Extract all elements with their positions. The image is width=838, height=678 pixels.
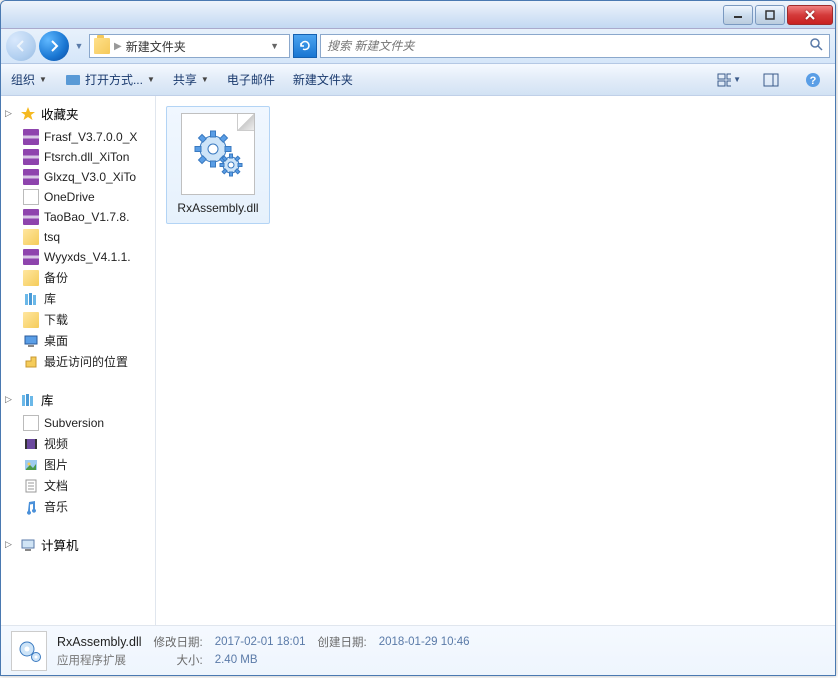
sidebar-item-label: Frasf_V3.7.0.0_X (44, 130, 137, 144)
folder-icon (94, 38, 110, 54)
search-input[interactable] (327, 39, 809, 53)
search-icon[interactable] (809, 37, 823, 56)
sidebar-item[interactable]: 库 (1, 288, 155, 309)
sidebar-item-label: 视频 (44, 435, 68, 452)
forward-button[interactable] (39, 31, 69, 61)
sidebar-item-label: OneDrive (44, 190, 95, 204)
close-button[interactable] (787, 5, 833, 25)
collapse-icon: ▷ (5, 108, 15, 119)
sidebar-item-label: TaoBao_V1.7.8. (44, 210, 129, 224)
collapse-icon: ▷ (5, 539, 15, 550)
libraries-header[interactable]: ▷ 库 (1, 386, 155, 413)
refresh-button[interactable] (293, 34, 317, 58)
sidebar-item-label: 图片 (44, 456, 68, 473)
details-type: 应用程序扩展 (57, 652, 142, 668)
sidebar-item[interactable]: Glxzq_V3.0_XiTo (1, 167, 155, 187)
sidebar-item-label: Wyyxds_V4.1.1. (44, 250, 131, 264)
details-name: RxAssembly.dll (57, 635, 142, 649)
nav-bar: ▼ ▶ 新建文件夹 ▼ (1, 29, 835, 64)
computer-header[interactable]: ▷ 计算机 (1, 531, 155, 558)
share-menu[interactable]: 共享 ▼ (173, 71, 209, 88)
sidebar-item[interactable]: 视频 (1, 433, 155, 454)
sidebar-item[interactable]: 下载 (1, 309, 155, 330)
sidebar-item[interactable]: 文档 (1, 475, 155, 496)
sidebar-item-label: 最近访问的位置 (44, 353, 128, 370)
preview-pane-button[interactable] (759, 69, 783, 91)
sidebar-item-label: tsq (44, 230, 60, 244)
address-bar[interactable]: ▶ 新建文件夹 ▼ (89, 34, 290, 58)
sidebar-item-label: 桌面 (44, 332, 68, 349)
app-icon (65, 73, 81, 87)
sidebar-item-label: 备份 (44, 269, 68, 286)
sidebar-item[interactable]: 图片 (1, 454, 155, 475)
sidebar-item-label: 库 (44, 290, 56, 307)
dll-icon (181, 113, 255, 195)
chevron-down-icon[interactable]: ▼ (264, 41, 285, 51)
mod-date-label: 修改日期: (154, 634, 203, 650)
explorer-window: ▼ ▶ 新建文件夹 ▼ 组织 ▼ 打开方式... ▼ 共享 ▼ 电子邮件 新建文… (0, 0, 836, 676)
view-options-button[interactable]: ▼ (717, 69, 741, 91)
maximize-button[interactable] (755, 5, 785, 25)
sidebar-item[interactable]: 备份 (1, 267, 155, 288)
content-pane[interactable]: RxAssembly.dll (156, 96, 835, 625)
svg-text:?: ? (810, 75, 817, 87)
search-box[interactable] (320, 34, 830, 58)
breadcrumb[interactable]: 新建文件夹 (126, 38, 186, 55)
sidebar-item-label: 下载 (44, 311, 68, 328)
sidebar-item-label: 文档 (44, 477, 68, 494)
sidebar-item[interactable]: Ftsrch.dll_XiTon (1, 147, 155, 167)
sidebar-item[interactable]: Frasf_V3.7.0.0_X (1, 127, 155, 147)
sidebar: ▷ 收藏夹 Frasf_V3.7.0.0_X Ftsrch.dll_XiTon Gl… (1, 96, 156, 625)
sidebar-item[interactable]: 音乐 (1, 496, 155, 517)
details-pane: RxAssembly.dll 修改日期: 2017-02-01 18:01 创建… (1, 625, 835, 675)
size-value: 2.40 MB (215, 654, 306, 666)
sidebar-item[interactable]: 最近访问的位置 (1, 351, 155, 372)
file-name: RxAssembly.dll (177, 201, 258, 215)
new-folder-button[interactable]: 新建文件夹 (293, 71, 353, 88)
sidebar-item[interactable]: Wyyxds_V4.1.1. (1, 247, 155, 267)
file-item[interactable]: RxAssembly.dll (166, 106, 270, 224)
sidebar-item-label: Glxzq_V3.0_XiTo (44, 170, 136, 184)
open-with-menu[interactable]: 打开方式... ▼ (65, 71, 155, 88)
sidebar-item[interactable]: tsq (1, 227, 155, 247)
organize-menu[interactable]: 组织 ▼ (11, 71, 47, 88)
toolbar: 组织 ▼ 打开方式... ▼ 共享 ▼ 电子邮件 新建文件夹 ▼ ? (1, 64, 835, 96)
chevron-right-icon: ▶ (114, 41, 122, 52)
sidebar-item[interactable]: TaoBao_V1.7.8. (1, 207, 155, 227)
collapse-icon: ▷ (5, 394, 15, 405)
sidebar-item-label: Subversion (44, 416, 104, 430)
sidebar-item-label: Ftsrch.dll_XiTon (44, 150, 129, 164)
favorites-header[interactable]: ▷ 收藏夹 (1, 100, 155, 127)
sidebar-item[interactable]: 桌面 (1, 330, 155, 351)
nav-history-dropdown[interactable]: ▼ (72, 34, 86, 58)
dll-icon (11, 631, 47, 671)
create-date-label: 创建日期: (318, 634, 367, 650)
create-date-value: 2018-01-29 10:46 (379, 636, 470, 648)
sidebar-item[interactable]: OneDrive (1, 187, 155, 207)
star-icon (20, 106, 36, 122)
sidebar-item-label: 音乐 (44, 498, 68, 515)
computer-icon (20, 537, 36, 553)
library-icon (20, 392, 36, 408)
body: ▷ 收藏夹 Frasf_V3.7.0.0_X Ftsrch.dll_XiTon Gl… (1, 96, 835, 625)
minimize-button[interactable] (723, 5, 753, 25)
back-button[interactable] (6, 31, 36, 61)
sidebar-item[interactable]: Subversion (1, 413, 155, 433)
help-button[interactable]: ? (801, 69, 825, 91)
email-button[interactable]: 电子邮件 (227, 71, 275, 88)
titlebar (1, 1, 835, 29)
size-label: 大小: (154, 652, 203, 668)
mod-date-value: 2017-02-01 18:01 (215, 636, 306, 648)
